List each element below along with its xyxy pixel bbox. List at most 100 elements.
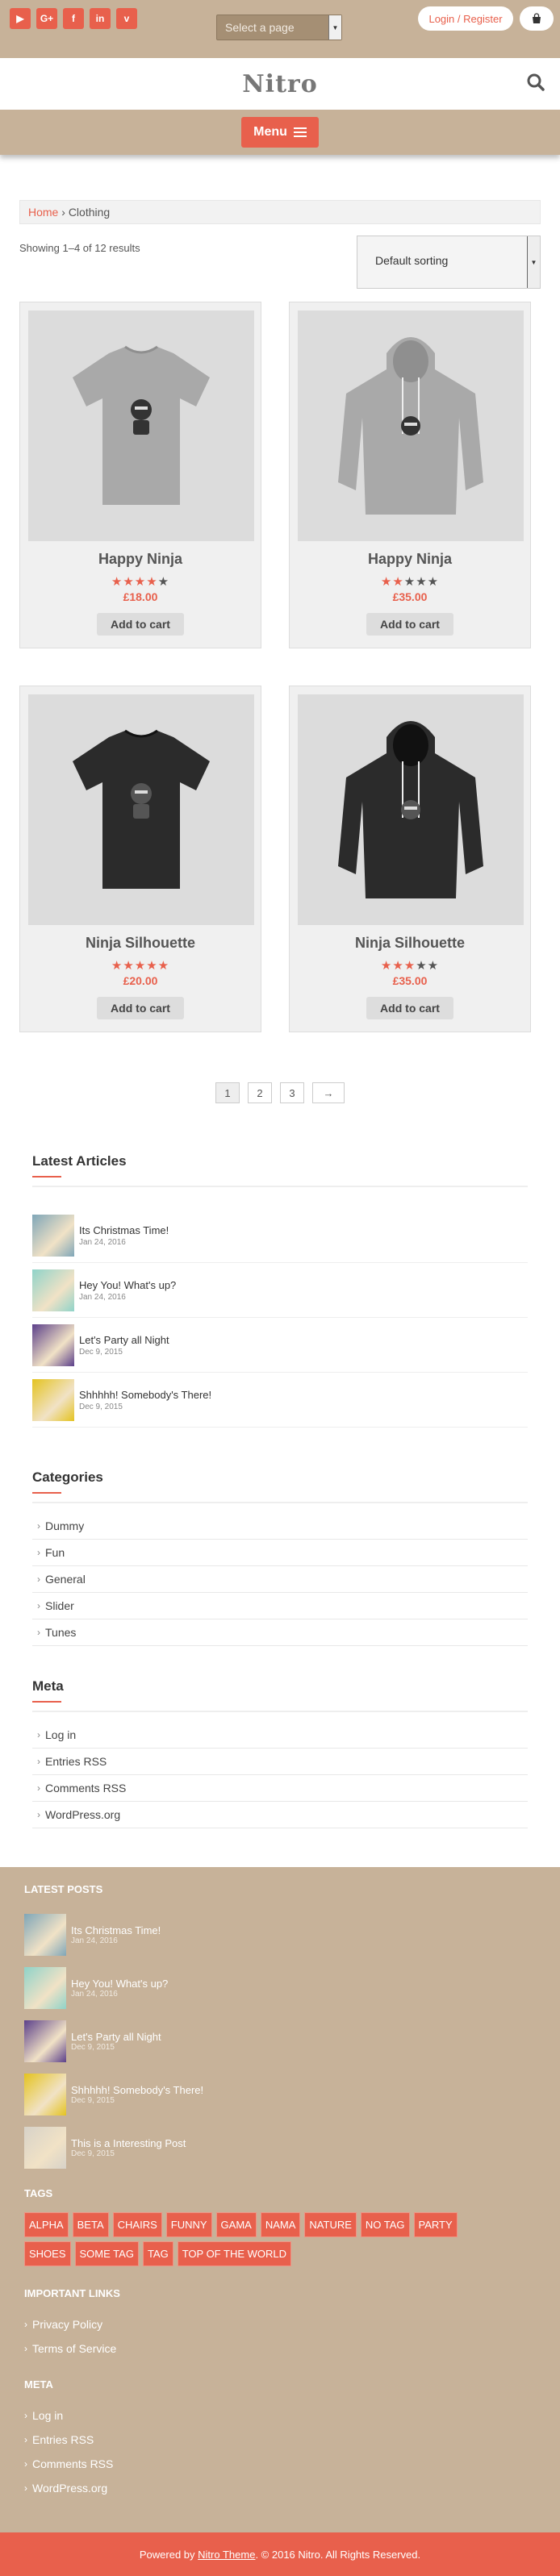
tag-link[interactable]: SHOES — [24, 2241, 71, 2266]
vimeo-icon[interactable]: v — [116, 8, 137, 29]
article-title-link[interactable]: Hey You! What's up? — [79, 1279, 176, 1291]
post-thumbnail[interactable] — [32, 1269, 74, 1311]
star-icon: ★ — [403, 959, 416, 973]
product-image[interactable] — [298, 311, 524, 541]
star-icon: ★ — [392, 575, 404, 589]
chevron-right-icon: › — [24, 2343, 27, 2354]
category-item[interactable]: › Dummy — [32, 1513, 528, 1540]
star-icon: ★ — [380, 959, 393, 973]
footer-post-title[interactable]: Hey You! What's up? — [71, 1978, 168, 1990]
cart-button[interactable] — [520, 6, 554, 31]
pagination-next[interactable]: → — [312, 1082, 345, 1103]
add-to-cart-button[interactable]: Add to cart — [366, 997, 453, 1019]
footer-meta-item[interactable]: › Entries RSS — [24, 2428, 536, 2452]
search-button[interactable] — [526, 73, 547, 94]
footer-post-date: Jan 24, 2016 — [71, 1936, 118, 1945]
footer-post-title[interactable]: This is a Interesting Post — [71, 2137, 186, 2149]
footer-post-title[interactable]: Let's Party all Night — [71, 2031, 161, 2043]
pagination-page[interactable]: 1 — [215, 1082, 240, 1103]
post-thumbnail[interactable] — [24, 2127, 66, 2169]
add-to-cart-button[interactable]: Add to cart — [97, 997, 184, 1019]
tag-link[interactable]: NAMA — [260, 2212, 301, 2237]
category-item[interactable]: › Fun — [32, 1540, 528, 1566]
footer-post-title[interactable]: Its Christmas Time! — [71, 1924, 161, 1936]
product-name[interactable]: Happy Ninja — [28, 551, 253, 568]
meta-item[interactable]: › Log in — [32, 1722, 528, 1749]
add-to-cart-button[interactable]: Add to cart — [97, 613, 184, 636]
facebook-icon[interactable]: f — [63, 8, 84, 29]
category-item[interactable]: › Tunes — [32, 1619, 528, 1646]
star-rating: ★★★★★ — [298, 958, 522, 973]
google-plus-icon[interactable]: G+ — [36, 8, 57, 29]
product-name[interactable]: Ninja Silhouette — [28, 935, 253, 952]
post-thumbnail[interactable] — [32, 1378, 74, 1421]
page-select[interactable]: Select a page ▼ — [216, 15, 342, 40]
footer-link[interactable]: › Privacy Policy — [24, 2312, 536, 2336]
category-item[interactable]: › Slider — [32, 1593, 528, 1619]
menu-button[interactable]: Menu — [241, 117, 319, 148]
sidebar: Latest Articles Its Christmas Time! Jan 2… — [0, 1153, 560, 1828]
tag-link[interactable]: TOP OF THE WORLD — [177, 2241, 291, 2266]
product-image[interactable] — [28, 311, 254, 541]
sort-select[interactable]: Default sorting ▼ — [357, 236, 541, 289]
footer-post-title[interactable]: Shhhhh! Somebody's There! — [71, 2084, 203, 2096]
post-thumbnail[interactable] — [24, 1967, 66, 2009]
meta-item[interactable]: › Entries RSS — [32, 1749, 528, 1775]
tag-link[interactable]: NO TAG — [360, 2212, 410, 2237]
copyright-suffix: . © 2016 Nitro. All Rights Reserved. — [255, 2548, 421, 2561]
tag-link[interactable]: TAG — [142, 2241, 173, 2266]
breadcrumb-home-link[interactable]: Home — [28, 206, 58, 219]
post-thumbnail[interactable] — [24, 1914, 66, 1956]
meta-item[interactable]: › WordPress.org — [32, 1802, 528, 1828]
product-card[interactable]: Happy Ninja ★★★★★ £35.00 Add to cart — [289, 302, 531, 648]
product-card[interactable]: Ninja Silhouette ★★★★★ £35.00 Add to cart — [289, 686, 531, 1032]
product-price: £18.00 — [123, 590, 158, 603]
footer-meta-item[interactable]: › Log in — [24, 2403, 536, 2428]
widget-title-categories: Categories — [32, 1469, 528, 1503]
chevron-right-icon: › — [37, 1600, 40, 1611]
product-card[interactable]: Happy Ninja ★★★★★ £18.00 Add to cart — [19, 302, 261, 648]
tag-link[interactable]: CHAIRS — [112, 2212, 162, 2237]
product-card[interactable]: Ninja Silhouette ★★★★★ £20.00 Add to cart — [19, 686, 261, 1032]
article-item: Hey You! What's up? Jan 24, 2016 — [32, 1263, 528, 1318]
meta-item[interactable]: › Comments RSS — [32, 1775, 528, 1802]
footer-meta-item[interactable]: › WordPress.org — [24, 2476, 536, 2500]
main-nav: Menu — [0, 110, 560, 155]
youtube-icon[interactable]: ▶ — [10, 8, 31, 29]
product-name[interactable]: Happy Ninja — [298, 551, 522, 568]
footer-post-item: Its Christmas Time! Jan 24, 2016 — [24, 1908, 536, 1961]
footer-link[interactable]: › Terms of Service — [24, 2336, 536, 2361]
breadcrumb-current: Clothing — [68, 206, 111, 219]
tag-link[interactable]: PARTY — [413, 2212, 458, 2237]
theme-link[interactable]: Nitro Theme — [198, 2549, 255, 2561]
linkedin-icon[interactable]: in — [90, 8, 111, 29]
post-thumbnail[interactable] — [32, 1323, 74, 1366]
post-thumbnail[interactable] — [24, 2020, 66, 2062]
product-image[interactable] — [28, 694, 254, 925]
post-thumbnail[interactable] — [32, 1214, 74, 1257]
footer-post-date: Dec 9, 2015 — [71, 2096, 115, 2105]
tag-link[interactable]: NATURE — [304, 2212, 357, 2237]
article-title-link[interactable]: Let's Party all Night — [79, 1334, 169, 1346]
product-name[interactable]: Ninja Silhouette — [298, 935, 522, 952]
login-register-button[interactable]: Login / Register — [418, 6, 513, 31]
tag-link[interactable]: SOME TAG — [74, 2241, 139, 2266]
product-image[interactable] — [298, 694, 524, 925]
article-title-link[interactable]: Shhhhh! Somebody's There! — [79, 1389, 211, 1401]
search-icon — [527, 73, 545, 91]
site-logo[interactable]: Nitro — [242, 70, 318, 98]
pagination-page[interactable]: 3 — [280, 1082, 304, 1103]
post-thumbnail[interactable] — [24, 2074, 66, 2115]
category-item[interactable]: › General — [32, 1566, 528, 1593]
tag-link[interactable]: FUNNY — [165, 2212, 212, 2237]
footer-post-item: Let's Party all Night Dec 9, 2015 — [24, 2015, 536, 2068]
tag-link[interactable]: BETA — [72, 2212, 109, 2237]
tag-link[interactable]: ALPHA — [24, 2212, 69, 2237]
footer-meta-item[interactable]: › Comments RSS — [24, 2452, 536, 2476]
tag-link[interactable]: GAMA — [215, 2212, 257, 2237]
site-header: Nitro — [0, 58, 560, 110]
pagination-page[interactable]: 2 — [248, 1082, 272, 1103]
footer-title-meta: META — [24, 2378, 53, 2391]
article-title-link[interactable]: Its Christmas Time! — [79, 1224, 169, 1236]
add-to-cart-button[interactable]: Add to cart — [366, 613, 453, 636]
